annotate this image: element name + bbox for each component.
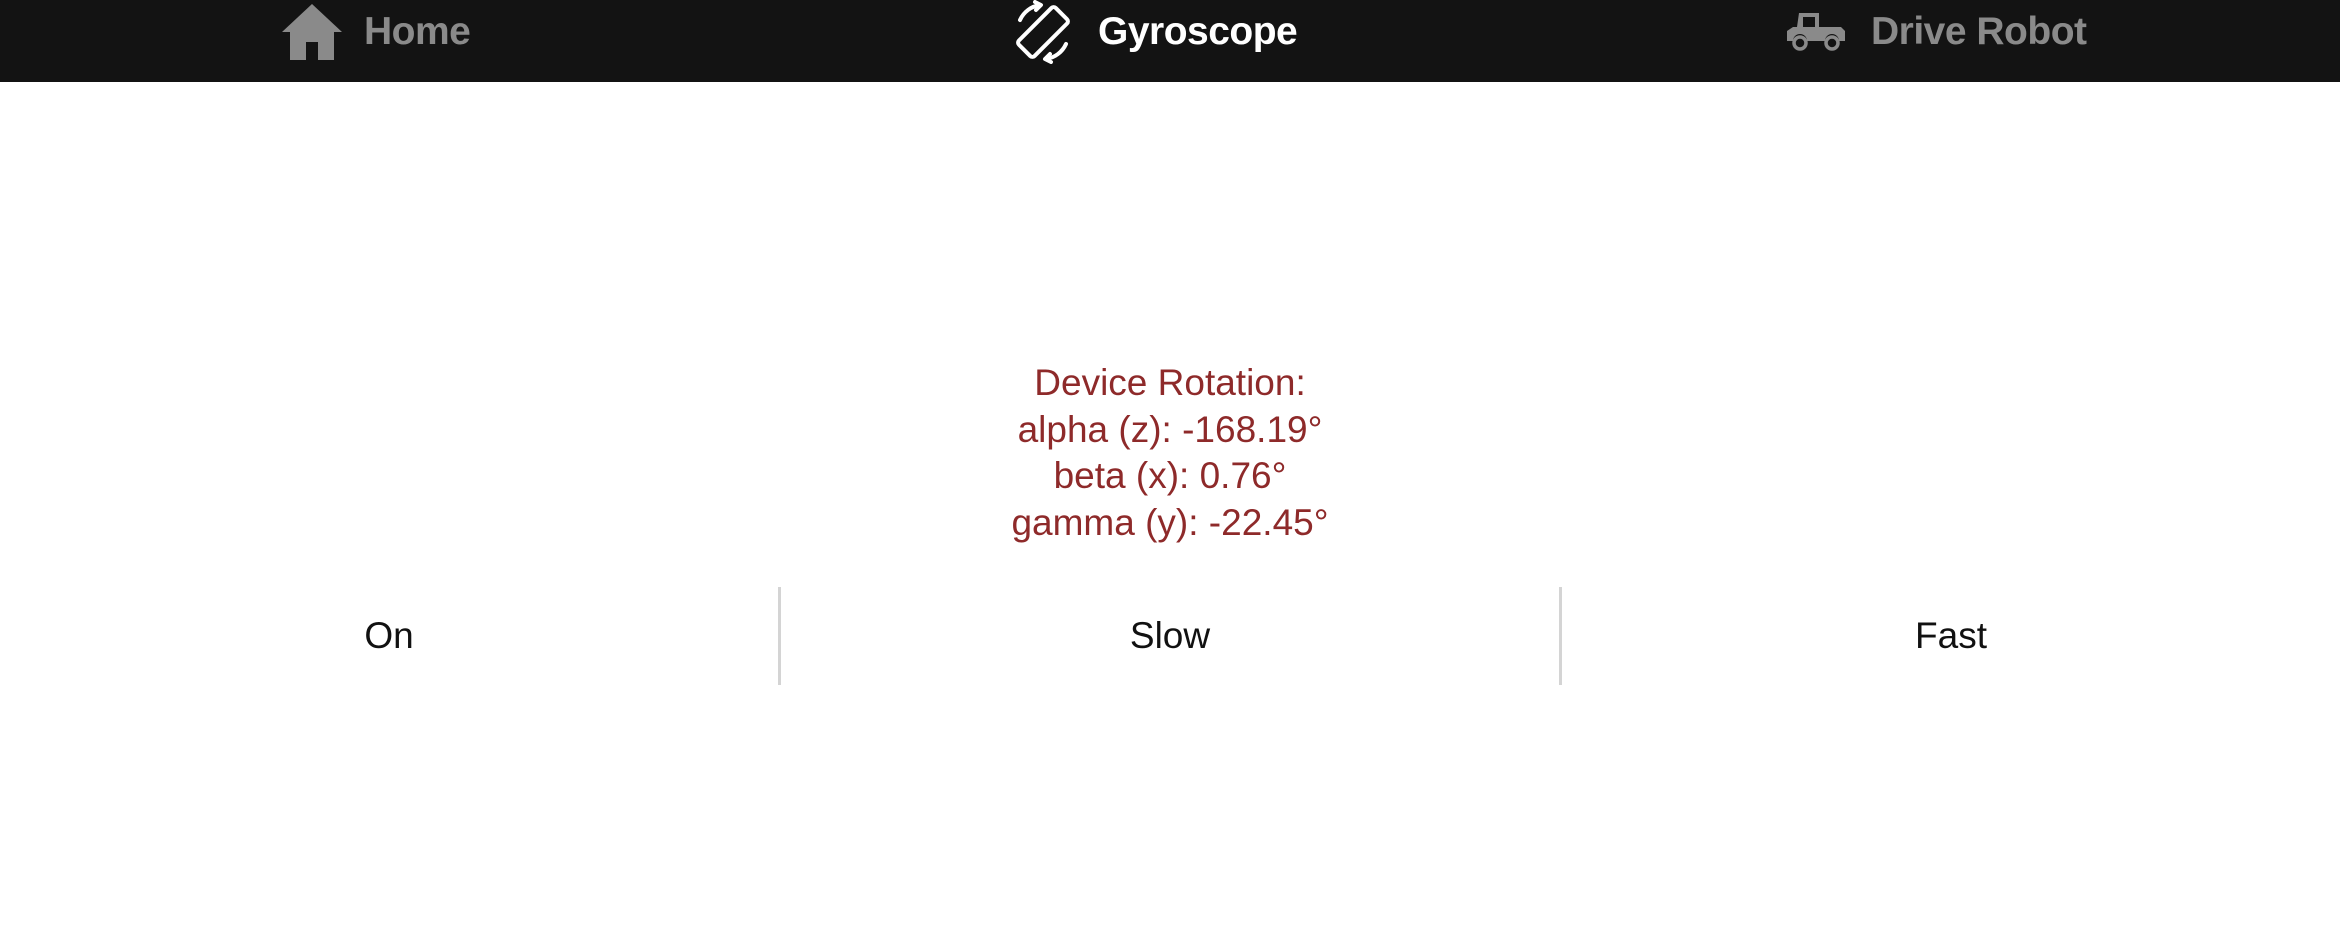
fast-button[interactable]: Fast [1559, 587, 2340, 685]
home-icon [280, 2, 344, 62]
nav-item-drive-robot-label: Drive Robot [1871, 10, 2087, 53]
speed-control-bar: On Slow Fast [0, 587, 2340, 685]
gamma-value: gamma (y): -22.45° [1011, 501, 1329, 543]
top-navbar: Home Gyroscope Drive Robot [0, 0, 2340, 82]
nav-item-home-label: Home [364, 10, 471, 53]
alpha-value: alpha (z): -168.19° [1017, 408, 1323, 450]
device-rotation-readout: Device Rotation: alpha (z): -168.19° bet… [0, 360, 2340, 546]
nav-item-gyroscope[interactable]: Gyroscope [1010, 0, 1298, 64]
beta-value: beta (x): 0.76° [1053, 455, 1287, 496]
pickup-truck-icon [1785, 9, 1847, 55]
slow-button[interactable]: Slow [778, 587, 1559, 685]
rotation-heading: Device Rotation: [1034, 362, 1306, 403]
nav-item-drive-robot[interactable]: Drive Robot [1785, 0, 2087, 64]
nav-item-gyroscope-label: Gyroscope [1098, 10, 1298, 53]
on-button[interactable]: On [0, 587, 778, 685]
screen-rotation-icon [1010, 0, 1076, 64]
nav-item-home[interactable]: Home [280, 0, 471, 64]
